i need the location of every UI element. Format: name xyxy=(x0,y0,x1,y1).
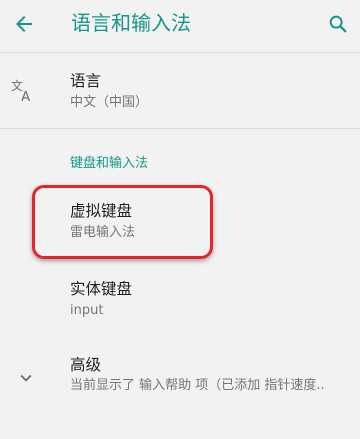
settings-screen: 语言和输入法 文 A 语言 中文（中国） 键盘和输入法 虚拟键盘 雷电输入法 实… xyxy=(0,0,360,439)
virtual-keyboard-title: 虚拟键盘 xyxy=(70,202,133,220)
physical-keyboard-title: 实体键盘 xyxy=(70,280,133,298)
language-title: 语言 xyxy=(70,72,102,90)
virtual-keyboard-subtitle: 雷电输入法 xyxy=(70,225,136,240)
translate-icon: 文 A xyxy=(10,76,38,104)
app-bar: 语言和输入法 xyxy=(0,0,360,50)
back-button[interactable] xyxy=(0,2,48,46)
arrow-left-icon xyxy=(16,16,32,32)
advanced-item[interactable]: 高级 当前显示了 输入帮助 项（已添加 指针速度.. xyxy=(0,346,360,412)
language-item[interactable]: 文 A 语言 中文（中国） xyxy=(0,53,360,128)
keyboard-section-header: 键盘和输入法 xyxy=(70,156,149,171)
physical-keyboard-item[interactable]: 实体键盘 input xyxy=(0,268,360,334)
physical-keyboard-subtitle: input xyxy=(70,303,104,318)
svg-text:A: A xyxy=(21,90,30,103)
advanced-subtitle: 当前显示了 输入帮助 项（已添加 指针速度.. xyxy=(70,378,325,393)
section-divider xyxy=(0,128,360,129)
page-title: 语言和输入法 xyxy=(71,11,191,35)
advanced-title: 高级 xyxy=(70,356,102,374)
search-button[interactable] xyxy=(318,2,358,46)
chevron-down-icon xyxy=(12,364,40,392)
language-subtitle: 中文（中国） xyxy=(70,95,149,110)
virtual-keyboard-item[interactable]: 虚拟键盘 雷电输入法 xyxy=(0,190,360,256)
search-icon xyxy=(329,15,347,33)
